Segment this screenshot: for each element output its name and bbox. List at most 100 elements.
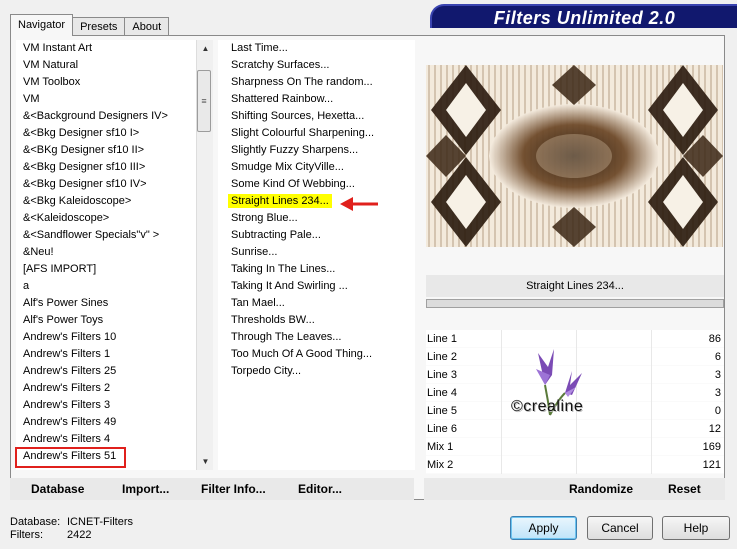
category-item[interactable]: &Neu!: [16, 244, 196, 261]
category-item[interactable]: a: [16, 278, 196, 295]
filter-info-label: Filter Info...: [201, 482, 266, 496]
filter-item[interactable]: Scratchy Surfaces...: [218, 57, 415, 74]
category-item[interactable]: VM Natural: [16, 57, 196, 74]
category-item[interactable]: Andrew's Filters 25: [16, 363, 196, 380]
category-item[interactable]: &<Bkg Designer sf10 I>: [16, 125, 196, 142]
reset-button[interactable]: Reset: [668, 482, 701, 496]
slider-tick: [501, 438, 502, 456]
parameter-value: 3: [714, 369, 721, 381]
category-item[interactable]: Alf's Power Toys: [16, 312, 196, 329]
scroll-down-icon[interactable]: ▼: [197, 453, 214, 470]
category-list[interactable]: VM Instant Art VM Natural VM Toolbox VM &<Ba…: [16, 40, 196, 470]
app-title-banner: Filters Unlimited 2.0: [430, 4, 737, 28]
slider-tick: [576, 438, 577, 456]
help-button[interactable]: Help: [662, 516, 730, 540]
category-item[interactable]: &<Sandflower Specials"v" >: [16, 227, 196, 244]
filter-item[interactable]: Thresholds BW...: [218, 312, 415, 329]
slider-tick: [501, 366, 502, 384]
filter-item[interactable]: Taking It And Swirling ...: [218, 278, 415, 295]
category-item[interactable]: Alf's Power Sines: [16, 295, 196, 312]
filter-item[interactable]: Tan Mael...: [218, 295, 415, 312]
parameter-name: Line 4: [427, 387, 457, 399]
parameter-value: 0: [714, 405, 721, 417]
filter-item[interactable]: Sharpness On The random...: [218, 74, 415, 91]
editor-button[interactable]: Editor...: [298, 482, 342, 496]
category-item[interactable]: Andrew's Filters 1: [16, 346, 196, 363]
parameter-value: 3: [714, 387, 721, 399]
category-item[interactable]: Andrew's Filters 3: [16, 397, 196, 414]
filters-count-value: 2422: [67, 529, 92, 541]
category-item[interactable]: Andrew's Filters 10: [16, 329, 196, 346]
filter-item[interactable]: Slight Colourful Sharpening...: [218, 125, 415, 142]
filter-item[interactable]: Last Time...: [218, 40, 415, 57]
database-button[interactable]: Database: [31, 482, 84, 496]
red-arrow-icon: [340, 197, 378, 211]
scrollbar-thumb[interactable]: ≡: [197, 70, 211, 132]
filter-item[interactable]: Slightly Fuzzy Sharpens...: [218, 142, 415, 159]
slider-tick: [651, 330, 652, 348]
tab-presets[interactable]: Presets: [72, 17, 126, 36]
editor-label: Editor...: [298, 482, 343, 496]
filter-item[interactable]: Shifting Sources, Hexetta...: [218, 108, 415, 125]
filter-item[interactable]: Straight Lines 234...: [218, 193, 415, 210]
parameter-name: Mix 1: [427, 441, 454, 453]
parameter-value: 169: [702, 441, 721, 453]
slider-tick: [651, 420, 652, 438]
scroll-up-icon[interactable]: ▲: [197, 40, 214, 57]
category-item[interactable]: Andrew's Filters 2: [16, 380, 196, 397]
slider-tick: [501, 420, 502, 438]
category-item[interactable]: VM Toolbox: [16, 74, 196, 91]
parameter-name: Mix 2: [427, 459, 454, 471]
slider-tick: [501, 348, 502, 366]
cancel-button[interactable]: Cancel: [587, 516, 653, 540]
filter-item[interactable]: Subtracting Pale...: [218, 227, 415, 244]
filter-item[interactable]: Strong Blue...: [218, 210, 415, 227]
tab-about[interactable]: About: [124, 17, 170, 36]
filter-list[interactable]: Last Time... Scratchy Surfaces... Sharpnes…: [218, 40, 415, 470]
parameter-value: 121: [702, 459, 721, 471]
filter-item[interactable]: Shattered Rainbow...: [218, 91, 415, 108]
randomize-button[interactable]: Randomize: [569, 482, 633, 496]
filter-item[interactable]: Sunrise...: [218, 244, 415, 261]
import-button[interactable]: Import...: [122, 482, 169, 496]
filter-item[interactable]: Torpedo City...: [218, 363, 415, 380]
database-info-value: ICNET-Filters: [67, 516, 133, 528]
import-label: Import...: [122, 482, 170, 496]
category-item[interactable]: [AFS IMPORT]: [16, 261, 196, 278]
slider-tick: [651, 366, 652, 384]
selected-category-annotation: [15, 447, 126, 468]
database-info: Database: ICNET-Filters Filters: 2422: [10, 516, 133, 542]
filter-info-button[interactable]: Filter Info...: [201, 482, 266, 496]
filter-item[interactable]: Some Kind Of Webbing...: [218, 176, 415, 193]
filter-item[interactable]: Through The Leaves...: [218, 329, 415, 346]
category-item[interactable]: VM: [16, 91, 196, 108]
watermark-text: ©crealine: [511, 398, 584, 415]
filter-item[interactable]: Too Much Of A Good Thing...: [218, 346, 415, 363]
selected-filter-name: Straight Lines 234...: [426, 275, 724, 297]
slider-tick: [501, 384, 502, 402]
filter-item[interactable]: Smudge Mix CityVille...: [218, 159, 415, 176]
category-item[interactable]: &<Bkg Designer sf10 III>: [16, 159, 196, 176]
progress-bar: [426, 299, 724, 308]
tab-navigator[interactable]: Navigator: [10, 14, 74, 36]
parameter-name: Line 1: [427, 333, 457, 345]
category-item[interactable]: VM Instant Art: [16, 40, 196, 57]
category-item[interactable]: Andrew's Filters 4: [16, 431, 196, 448]
parameter-value: 86: [708, 333, 721, 345]
category-item[interactable]: &<BKg Designer sf10 II>: [16, 142, 196, 159]
selected-filter-highlight: Straight Lines 234...: [228, 194, 332, 208]
category-item[interactable]: &<Bkg Designer sf10 IV>: [16, 176, 196, 193]
slider-tick: [651, 402, 652, 420]
category-item[interactable]: Andrew's Filters 49: [16, 414, 196, 431]
parameter-slider[interactable]: Mix 2 121: [426, 456, 724, 474]
apply-button[interactable]: Apply: [510, 516, 577, 540]
category-item[interactable]: &<Bkg Kaleidoscope>: [16, 193, 196, 210]
parameter-name: Line 6: [427, 423, 457, 435]
randomize-label: Randomize: [569, 482, 634, 496]
filter-preview-image: [426, 65, 723, 247]
parameter-slider[interactable]: Mix 1 169: [426, 438, 724, 456]
filter-toolbar: Database Import... Filter Info... Editor…: [10, 478, 414, 500]
filter-item[interactable]: Taking In The Lines...: [218, 261, 415, 278]
category-item[interactable]: &<Background Designers IV>: [16, 108, 196, 125]
category-item[interactable]: &<Kaleidoscope>: [16, 210, 196, 227]
